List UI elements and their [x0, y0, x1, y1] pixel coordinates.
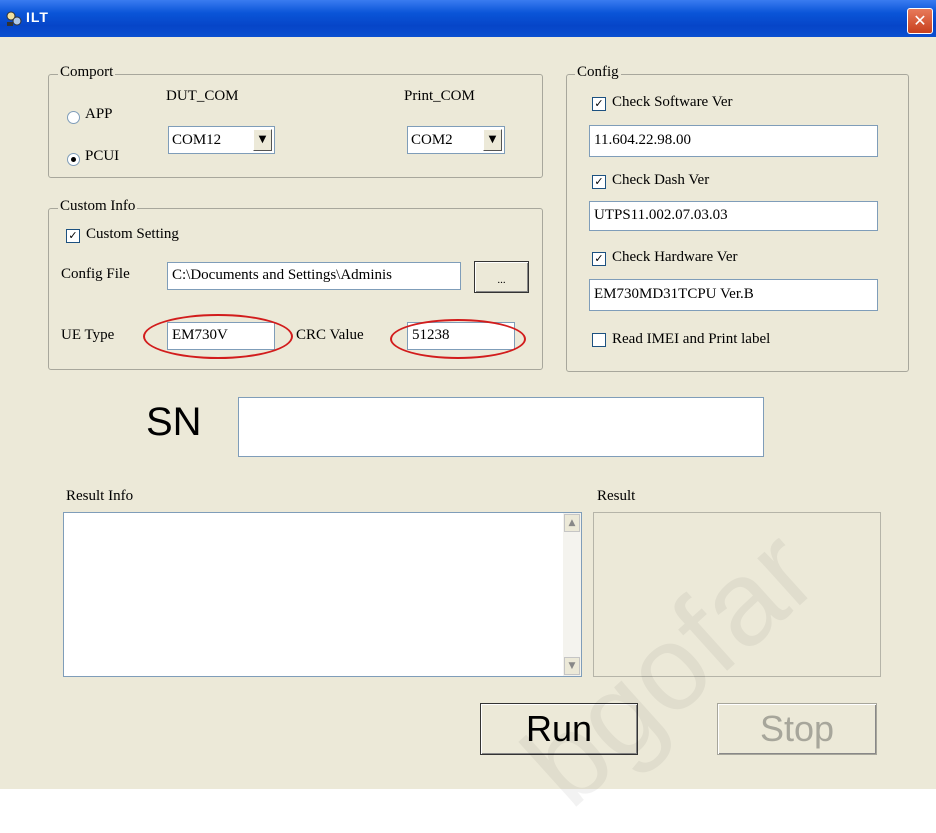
chevron-down-icon[interactable]: ▼	[483, 129, 502, 151]
result-panel	[593, 512, 881, 677]
config-legend: Config	[575, 64, 621, 81]
print-com-select[interactable]: COM2 ▼	[407, 126, 505, 154]
custom-setting-checkbox[interactable]: ✓ Custom Setting	[64, 226, 264, 246]
config-file-input[interactable]: C:\Documents and Settings\Adminis	[167, 262, 461, 290]
app-radio-circle[interactable]	[67, 111, 80, 124]
crc-value-label: CRC Value	[296, 327, 364, 343]
pcui-radio[interactable]: PCUI	[63, 148, 153, 168]
software-version-input[interactable]: 11.604.22.98.00	[589, 125, 878, 157]
custom-setting-label: Custom Setting	[86, 226, 179, 242]
ue-type-label: UE Type	[61, 327, 115, 343]
dut-com-value: COM12	[172, 132, 222, 148]
read-imei-checkbox[interactable]: Read IMEI and Print label	[590, 330, 890, 350]
sn-input[interactable]	[238, 397, 764, 457]
close-button[interactable]: ✕	[907, 8, 933, 34]
scroll-up-icon[interactable]: ▲	[564, 514, 580, 532]
check-icon[interactable]: ✓	[592, 175, 606, 189]
hardware-version-input[interactable]: EM730MD31TCPU Ver.B	[589, 279, 878, 311]
pcui-radio-label: PCUI	[85, 148, 120, 164]
scroll-down-icon[interactable]: ▼	[564, 657, 580, 675]
app-icon	[6, 11, 22, 26]
check-hardware-label: Check Hardware Ver	[612, 249, 738, 265]
window-title: ILT	[26, 9, 49, 25]
result-info-label: Result Info	[66, 488, 134, 504]
dut-com-label: DUT_COM	[166, 88, 239, 104]
check-icon[interactable]: ✓	[592, 252, 606, 266]
browse-button[interactable]: ...	[474, 261, 529, 293]
chevron-down-icon[interactable]: ▼	[253, 129, 272, 151]
check-software-label: Check Software Ver	[612, 94, 733, 110]
app-radio-label: APP	[85, 106, 113, 122]
app-radio[interactable]: APP	[63, 106, 153, 126]
main-window: ILT ✕ Comport APP PCUI DUT_COM COM12 ▼ P…	[0, 0, 936, 831]
title-bar[interactable]: ILT ✕	[0, 0, 936, 37]
comport-legend: Comport	[58, 64, 116, 81]
check-icon[interactable]: ✓	[592, 97, 606, 111]
check-hardware-checkbox[interactable]: ✓ Check Hardware Ver	[590, 249, 890, 269]
print-com-label: Print_COM	[404, 88, 475, 104]
check-dash-checkbox[interactable]: ✓ Check Dash Ver	[590, 172, 890, 192]
check-software-checkbox[interactable]: ✓ Check Software Ver	[590, 94, 890, 114]
custom-info-legend: Custom Info	[58, 198, 138, 215]
close-icon: ✕	[913, 11, 927, 30]
read-imei-label: Read IMEI and Print label	[612, 331, 771, 347]
check-dash-label: Check Dash Ver	[612, 172, 710, 188]
result-info-textarea[interactable]: ▲ ▼	[63, 512, 582, 677]
result-label: Result	[597, 488, 636, 504]
highlight-ellipse	[143, 314, 293, 359]
print-com-value: COM2	[411, 132, 453, 148]
dut-com-select[interactable]: COM12 ▼	[168, 126, 275, 154]
highlight-ellipse	[390, 319, 526, 359]
config-file-label: Config File	[61, 266, 130, 282]
dash-version-input[interactable]: UTPS11.002.07.03.03	[589, 201, 878, 231]
run-button[interactable]: Run	[480, 703, 638, 755]
stop-button[interactable]: Stop	[717, 703, 877, 755]
check-icon[interactable]: ✓	[66, 229, 80, 243]
pcui-radio-circle[interactable]	[67, 153, 80, 166]
sn-label: SN	[146, 400, 202, 444]
checkbox-unchecked[interactable]	[592, 333, 606, 347]
scrollbar[interactable]: ▲ ▼	[563, 513, 581, 676]
